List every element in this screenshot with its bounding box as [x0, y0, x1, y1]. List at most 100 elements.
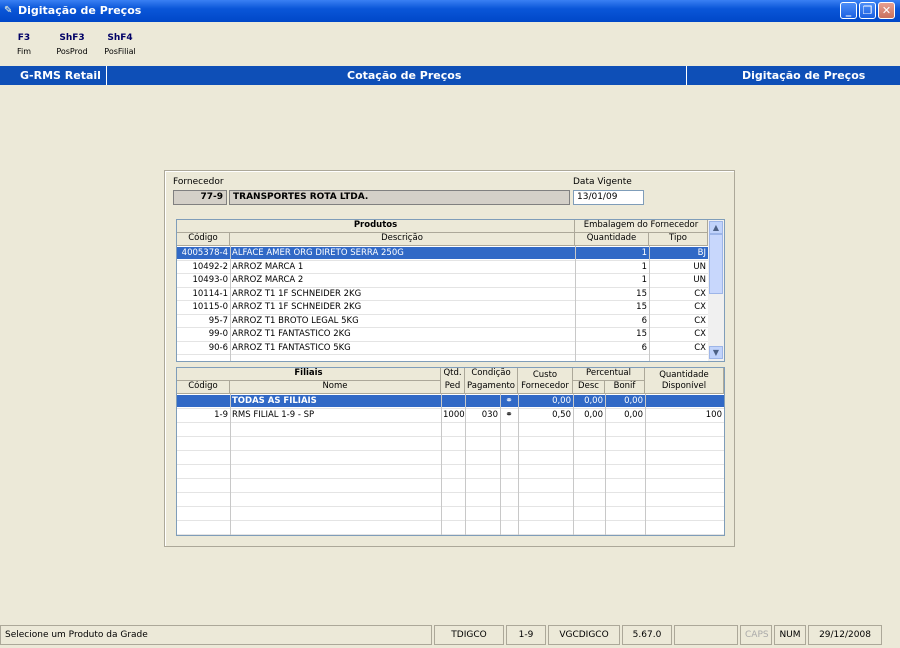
header-bar: G-RMS Retail Cotação de Preços Digitação…: [0, 66, 900, 85]
col-desc[interactable]: Desc: [573, 381, 605, 394]
cell-codigo: 4005378-4: [181, 248, 228, 258]
produtos-scrollbar[interactable]: ▲ ▼: [708, 220, 724, 361]
fkey-posfilial[interactable]: ShF4 PosFilial: [98, 33, 142, 56]
scroll-thumb[interactable]: [709, 234, 723, 294]
cell-codigo: [177, 395, 230, 407]
cell-nome: RMS FILIAL 1-9 - SP: [232, 410, 315, 420]
col-quantidade[interactable]: Quantidade: [575, 233, 649, 246]
fkey-fim[interactable]: F3 Fim: [2, 33, 46, 56]
table-row[interactable]: 4005378-4 ALFACE AMER ORG DIRETO SERRA 25…: [177, 247, 708, 259]
main-panel: Fornecedor 77-9 TRANSPORTES ROTA LTDA. D…: [164, 170, 735, 547]
cell-desc: 0,00: [584, 410, 603, 420]
cell-qtd: 1000: [443, 410, 465, 420]
cell-tipo: CX: [694, 302, 706, 312]
produtos-grid[interactable]: Produtos Embalagem do Fornecedor Código …: [176, 219, 725, 362]
table-row[interactable]: 99-0 ARROZ T1 FANTASTICO 2KG 15 CX: [177, 328, 708, 340]
header-right: Digitação de Preços: [742, 69, 866, 82]
cell-codigo: 10115-0: [192, 302, 228, 312]
filiais-grid[interactable]: Filiais Código Nome Qtd. Ped Condição Pa…: [176, 367, 725, 536]
cell-quantidade: 6: [641, 315, 647, 326]
cell-qtd: [441, 395, 465, 407]
header-center: Cotação de Preços: [347, 69, 462, 82]
col-descricao[interactable]: Descrição: [230, 233, 575, 246]
cell-codigo: 10114-1: [192, 288, 228, 299]
fkey-key: ShF4: [107, 33, 133, 43]
binoculars-icon[interactable]: ⚭: [500, 409, 518, 421]
column-divider: [518, 394, 519, 535]
fkey-label: Fim: [16, 47, 32, 56]
col-tipo[interactable]: Tipo: [649, 233, 708, 246]
col-qtd-line2: Ped: [441, 381, 465, 394]
fkey-label: PosFilial: [104, 47, 136, 56]
status-version: 5.67.0: [622, 625, 672, 645]
status-module: VGCDIGCO: [548, 625, 620, 645]
fkey-posprod[interactable]: ShF3 PosProd: [50, 33, 94, 56]
header-divider: [686, 66, 687, 85]
col-custo-line1: Custo: [518, 368, 573, 381]
table-row[interactable]: 10114-1 ARROZ T1 1F SCHNEIDER 2KG 15 CX: [177, 288, 708, 300]
fornecedor-label: Fornecedor: [173, 177, 224, 187]
table-row[interactable]: 10493-0 ARROZ MARCA 2 1 UN: [177, 274, 708, 286]
col-bonif[interactable]: Bonif: [605, 381, 645, 394]
fornecedor-name-field: TRANSPORTES ROTA LTDA.: [229, 190, 570, 205]
cell-tipo: UN: [693, 275, 706, 285]
cell-codigo: 90-6: [208, 342, 228, 353]
produtos-group-header: Produtos: [177, 220, 575, 233]
col-quantidade-line2: Disponível: [645, 381, 724, 394]
close-icon[interactable]: ✕: [878, 2, 895, 19]
cell-tipo: UN: [693, 261, 706, 272]
table-row[interactable]: 1-9 RMS FILIAL 1-9 - SP 1000 030 0,50 0,00 0,0…: [177, 409, 724, 421]
col-nome[interactable]: Nome: [230, 381, 441, 394]
table-row[interactable]: TODAS AS FILIAIS 0,00 0,00 0,00 ⚭: [177, 395, 724, 407]
table-row: [177, 423, 724, 435]
fornecedor-code-field[interactable]: 77-9: [173, 190, 227, 205]
col-codigo[interactable]: Código: [177, 381, 230, 394]
status-bar: Selecione um Produto da Grade TDIGCO 1-9…: [0, 625, 900, 648]
fkey-key: ShF3: [59, 33, 85, 43]
restore-icon[interactable]: ❐: [859, 2, 876, 19]
cell-codigo: 10492-2: [192, 261, 228, 272]
table-row: [177, 507, 724, 519]
table-row[interactable]: 10115-0 ARROZ T1 1F SCHNEIDER 2KG 15 CX: [177, 301, 708, 313]
cell-tipo: CX: [694, 342, 706, 353]
minimize-icon[interactable]: _: [840, 2, 857, 19]
scroll-down-icon[interactable]: ▼: [709, 346, 723, 359]
table-row[interactable]: 10492-2 ARROZ MARCA 1 1 UN: [177, 261, 708, 273]
cell-disp: 100: [705, 410, 722, 420]
binoculars-icon[interactable]: ⚭: [500, 395, 518, 407]
cell-quantidade: 1: [641, 275, 647, 285]
row-divider: [177, 534, 724, 535]
cell-quantidade: 1: [641, 261, 647, 272]
cell-tipo: CX: [694, 329, 706, 339]
col-condicao-line1: Condição: [465, 368, 518, 381]
cell-quantidade: 1: [641, 248, 647, 258]
window-title: Digitação de Preços: [18, 4, 142, 17]
cell-desc: 0,00: [584, 396, 603, 406]
column-divider: [230, 246, 231, 361]
cell-custo: 0,50: [552, 410, 571, 420]
cell-descricao: ARROZ T1 FANTASTICO 5KG: [232, 342, 351, 353]
fkey-key: F3: [17, 33, 31, 43]
status-empty: [674, 625, 738, 645]
table-row[interactable]: 95-7 ARROZ T1 BROTO LEGAL 5KG 6 CX: [177, 315, 708, 327]
table-row[interactable]: 90-6 ARROZ T1 FANTASTICO 5KG 6 CX: [177, 342, 708, 354]
status-num: NUM: [774, 625, 806, 645]
data-vigente-field[interactable]: 13/01/09: [573, 190, 644, 205]
cell-disp: [645, 395, 724, 407]
cell-tipo: CX: [694, 315, 706, 326]
header-divider: [106, 66, 107, 85]
column-divider: [605, 394, 606, 535]
app-icon: ✎: [4, 5, 13, 16]
column-divider: [230, 394, 231, 535]
column-divider: [465, 394, 466, 535]
embalagem-group-header: Embalagem do Fornecedor: [575, 220, 708, 233]
table-row: [177, 437, 724, 449]
scroll-up-icon[interactable]: ▲: [709, 221, 723, 234]
cell-codigo: 95-7: [208, 315, 228, 326]
cell-tipo: CX: [694, 288, 706, 299]
table-row: [177, 493, 724, 505]
col-codigo[interactable]: Código: [177, 233, 230, 246]
cell-codigo: 1-9: [214, 410, 228, 420]
col-condicao-line2: Pagamento: [465, 381, 518, 394]
column-divider: [500, 394, 501, 535]
